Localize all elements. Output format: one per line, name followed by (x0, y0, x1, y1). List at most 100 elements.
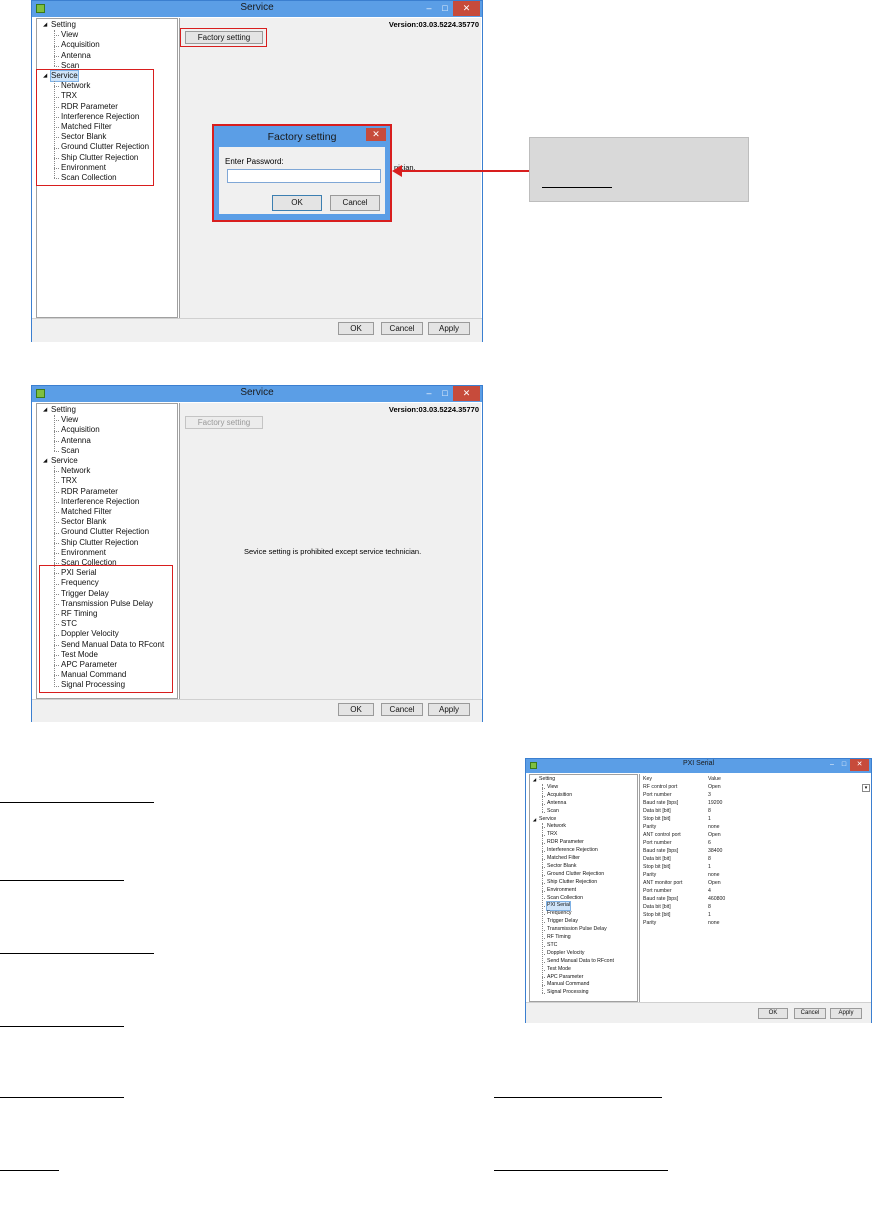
grid-value[interactable]: 19200 (708, 800, 722, 808)
apply-button[interactable]: Apply (428, 322, 470, 335)
bottom-bar: OK Cancel Apply (32, 318, 482, 342)
tree-item[interactable]: View (61, 415, 78, 425)
tree-item[interactable]: TRX (547, 831, 557, 839)
grid-value[interactable]: 8 (708, 808, 711, 816)
dialog-ok-button[interactable]: OK (272, 195, 322, 211)
tree-item[interactable]: View (61, 30, 78, 40)
grid-value[interactable]: 1 (708, 816, 711, 824)
maximize-icon[interactable]: □ (438, 1, 452, 16)
tree-item[interactable]: RDR Parameter (547, 839, 584, 847)
tree-item[interactable]: Antenna (61, 51, 91, 61)
grid-key: Data bit [bit] (643, 856, 671, 862)
grid-value[interactable]: Open (708, 832, 721, 840)
dropdown-chevron-icon[interactable]: ▾ (862, 784, 870, 792)
tree-item[interactable]: Transmission Pulse Delay (547, 926, 607, 934)
close-icon[interactable]: ✕ (453, 386, 480, 401)
tree-item[interactable]: Antenna (547, 800, 566, 808)
apply-button[interactable]: Apply (428, 703, 470, 716)
grid-value[interactable]: 1 (708, 912, 711, 920)
grid-value[interactable]: none (708, 824, 720, 832)
tree-item[interactable]: Interference Rejection (547, 847, 598, 855)
tree-item[interactable]: Setting (51, 405, 76, 415)
maximize-icon[interactable]: □ (839, 759, 849, 771)
grid-value[interactable]: 38400 (708, 848, 722, 856)
tree-item[interactable]: Setting (51, 20, 76, 30)
window-title: PXI Serial (682, 760, 715, 767)
bottom-bar: OK Cancel Apply (32, 699, 482, 722)
maximize-icon[interactable]: □ (438, 386, 452, 401)
tree-expand-icon[interactable]: ◢ (43, 405, 47, 415)
tree-item[interactable]: Antenna (61, 436, 91, 446)
grid-value[interactable]: 6 (708, 840, 711, 848)
tree-item[interactable]: Acquisition (61, 425, 100, 435)
password-input[interactable] (227, 169, 381, 183)
tree-item[interactable]: Sector Blank (547, 863, 576, 871)
tree-item[interactable]: Environment (547, 887, 576, 895)
minimize-icon[interactable]: – (827, 759, 837, 771)
tree-item[interactable]: Doppler Velocity (547, 950, 585, 958)
tree-item[interactable]: Scan (61, 446, 79, 456)
tree-item[interactable]: Service (51, 456, 78, 466)
ok-button[interactable]: OK (758, 1008, 788, 1019)
cancel-button[interactable]: Cancel (381, 703, 423, 716)
factory-setting-button[interactable]: Factory setting (185, 416, 263, 429)
tree-item[interactable]: Network (547, 823, 566, 831)
tree-item[interactable]: Signal Processing (547, 989, 589, 997)
tree-item[interactable]: Network (61, 466, 90, 476)
tree-item[interactable]: Environment (61, 548, 106, 558)
grid-value[interactable]: Open (708, 784, 721, 792)
tree-item[interactable]: Trigger Delay (547, 918, 578, 926)
tree-item[interactable]: RF Timing (547, 934, 571, 942)
tree-expand-icon[interactable]: ◢ (533, 816, 536, 824)
tree-item[interactable]: Acquisition (547, 792, 572, 800)
tree-item[interactable]: Scan Collection (547, 895, 583, 903)
apply-button[interactable]: Apply (830, 1008, 862, 1019)
cancel-button[interactable]: Cancel (794, 1008, 826, 1019)
grid-value[interactable]: 8 (708, 904, 711, 912)
tree-item[interactable]: Frequency (547, 910, 572, 918)
ok-button[interactable]: OK (338, 322, 374, 335)
tree-item[interactable]: Ship Clutter Rejection (61, 538, 138, 548)
tree-item[interactable]: Setting (539, 776, 555, 784)
tree-item[interactable]: Send Manual Data to RFcont (547, 958, 614, 966)
tree-item[interactable]: Test Mode (547, 966, 571, 974)
grid-value[interactable]: 460800 (708, 896, 725, 904)
tree-item[interactable]: Ship Clutter Rejection (547, 879, 597, 887)
tree-item[interactable]: Sector Blank (61, 517, 106, 527)
tree-item[interactable]: View (547, 784, 558, 792)
grid-value[interactable]: none (708, 920, 720, 928)
tree-expand-icon[interactable]: ◢ (43, 456, 47, 466)
tree-item[interactable]: Matched Filter (547, 855, 580, 863)
grid-value[interactable]: 8 (708, 856, 711, 864)
close-icon[interactable]: ✕ (850, 759, 869, 771)
tree-expand-icon[interactable]: ◢ (43, 20, 47, 30)
grid-value[interactable]: Open (708, 880, 721, 888)
tree-item[interactable]: Ground Clutter Rejection (547, 871, 604, 879)
tree-item[interactable]: Scan (547, 808, 559, 816)
tree-item[interactable]: Matched Filter (61, 507, 112, 517)
blank-line (0, 1097, 124, 1098)
tree-item[interactable]: Acquisition (61, 40, 100, 50)
dialog-cancel-button[interactable]: Cancel (330, 195, 380, 211)
grid-value[interactable]: 4 (708, 888, 711, 896)
close-icon[interactable]: ✕ (453, 1, 480, 16)
tree-item[interactable]: RDR Parameter (61, 487, 118, 497)
tree-item[interactable]: Manual Command (547, 981, 589, 989)
grid-value[interactable]: 1 (708, 864, 711, 872)
dialog-close-icon[interactable]: ✕ (366, 128, 386, 141)
tree-item[interactable]: Interference Rejection (61, 497, 139, 507)
ok-button[interactable]: OK (338, 703, 374, 716)
tree-item[interactable]: Service (539, 816, 556, 824)
tree-item[interactable]: PXI Serial (545, 901, 572, 912)
dialog-body: Enter Password: OK Cancel (219, 147, 385, 214)
tree-item[interactable]: Ground Clutter Rejection (61, 527, 149, 537)
tree-item[interactable]: STC (547, 942, 557, 950)
minimize-icon[interactable]: – (422, 1, 436, 16)
tree-expand-icon[interactable]: ◢ (533, 776, 536, 784)
cancel-button[interactable]: Cancel (381, 322, 423, 335)
tree-item[interactable]: APC Parameter (547, 974, 583, 982)
tree-item[interactable]: TRX (61, 476, 77, 486)
minimize-icon[interactable]: – (422, 386, 436, 401)
grid-value[interactable]: none (708, 872, 720, 880)
grid-value[interactable]: 3 (708, 792, 711, 800)
